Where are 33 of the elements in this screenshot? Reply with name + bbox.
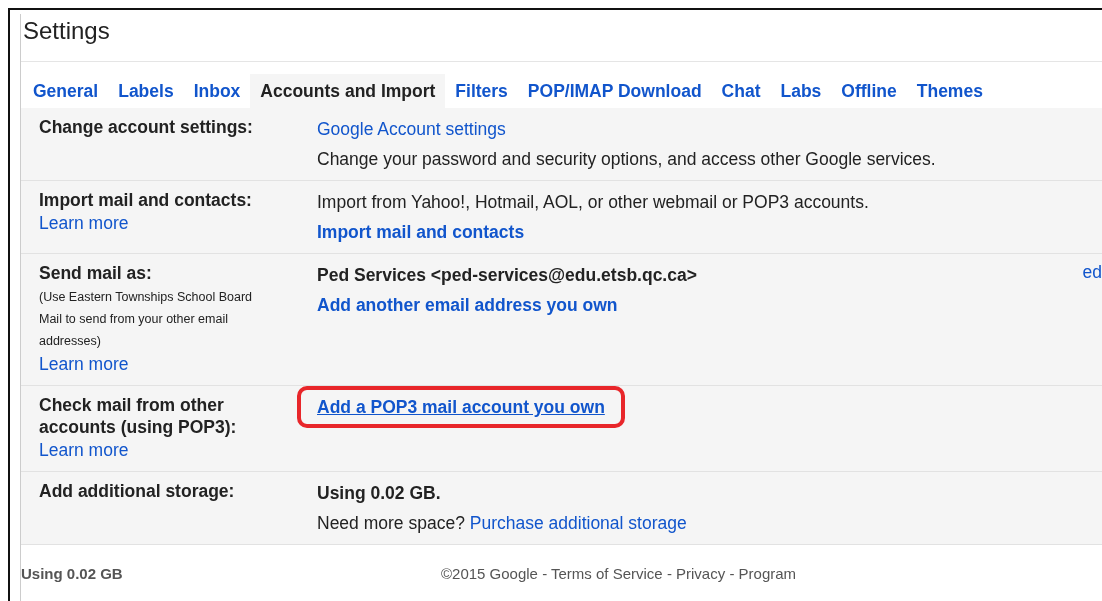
settings-tab[interactable]: Chat bbox=[711, 74, 771, 108]
edit-link[interactable]: ed bbox=[1082, 262, 1102, 282]
section-label: Change account settings: bbox=[39, 116, 254, 138]
settings-tab[interactable]: Offline bbox=[831, 74, 907, 108]
settings-tab[interactable]: Filters bbox=[445, 74, 518, 108]
description-text: Import from Yahoo!, Hotmail, AOL, or other webmail or POP3 accounts. bbox=[317, 191, 870, 213]
section-label: Check mail from other accounts (using POP3): bbox=[39, 394, 238, 438]
note-text: (Use Eastern Townships School Board Mail to send from your other email addresses) bbox=[39, 289, 254, 350]
description-text: Change your password and security options, and access other Google services. bbox=[317, 148, 937, 170]
info-text: Ped Services <ped-services@edu.etsb.qc.ca> bbox=[317, 264, 698, 286]
section-label: Add additional storage: bbox=[39, 480, 236, 502]
settings-tab[interactable]: Inbox bbox=[183, 74, 251, 108]
page-title: Settings bbox=[21, 14, 1102, 62]
settings-link[interactable]: Add another email address you own bbox=[317, 294, 618, 316]
purchase-link[interactable]: Purchase additional storage bbox=[469, 513, 687, 533]
settings-tab[interactable]: POP/IMAP Download bbox=[517, 74, 712, 108]
settings-link[interactable]: Google Account settings bbox=[317, 118, 506, 140]
settings-link[interactable]: Import mail and contacts bbox=[317, 221, 525, 243]
learn-more-link[interactable]: Learn more bbox=[39, 440, 317, 461]
description-text: Need more space? bbox=[317, 513, 465, 533]
section-label: Import mail and contacts: bbox=[39, 189, 253, 211]
settings-tab[interactable]: Labs bbox=[770, 74, 832, 108]
settings-tab[interactable]: Accounts and Import bbox=[250, 74, 446, 108]
settings-tab[interactable]: Themes bbox=[906, 74, 993, 108]
copyright-text: ©2015 Google - Terms of Service - Privacy - Program bbox=[441, 565, 797, 582]
learn-more-link[interactable]: Learn more bbox=[39, 213, 317, 234]
settings-tab[interactable]: Labels bbox=[108, 74, 184, 108]
learn-more-link[interactable]: Learn more bbox=[39, 354, 317, 375]
section-label: Send mail as: bbox=[39, 262, 153, 284]
settings-tab[interactable]: General bbox=[23, 74, 109, 108]
highlighted-link[interactable]: Add a POP3 mail account you own bbox=[297, 386, 625, 428]
storage-usage-text: Using 0.02 GB bbox=[21, 565, 124, 582]
info-text: Using 0.02 GB. bbox=[317, 482, 442, 504]
